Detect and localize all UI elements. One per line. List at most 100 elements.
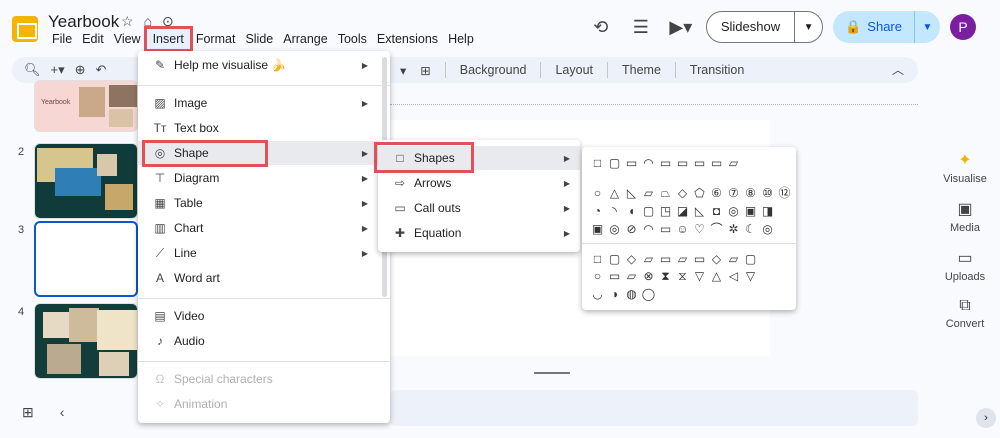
toolbar-layout[interactable]: Layout	[555, 63, 593, 77]
shape-option-icon[interactable]: ◨	[760, 203, 775, 218]
shape-option-icon[interactable]: ◠	[641, 155, 656, 170]
shape-option-icon[interactable]: ▢	[607, 155, 622, 170]
shape-option-icon[interactable]: ▭	[658, 155, 673, 170]
shape-option-icon[interactable]: ▭	[658, 251, 673, 266]
shape-option-icon[interactable]: ◇	[675, 185, 690, 200]
document-title[interactable]: Yearbook	[48, 12, 119, 32]
menu-item-line[interactable]: ⟋ Line ▶	[138, 241, 390, 265]
shape-option-icon[interactable]: ⑦	[726, 185, 741, 200]
shape-option-icon[interactable]: ▣	[590, 221, 605, 236]
shape-option-icon[interactable]: ▽	[692, 268, 707, 283]
shape-option-icon[interactable]: ▱	[641, 185, 656, 200]
shape-option-icon[interactable]: ⑥	[709, 185, 724, 200]
shape-option-icon[interactable]: ▣	[743, 203, 758, 218]
menu-item-audio[interactable]: ♪ Audio	[138, 329, 390, 353]
shape-option-icon[interactable]: ⑧	[743, 185, 758, 200]
shape-option-icon[interactable]: ◎	[607, 221, 622, 236]
shape-option-icon[interactable]: ▢	[743, 251, 758, 266]
chevron-down-icon[interactable]: ▼	[794, 12, 822, 42]
notes-resize-handle[interactable]	[534, 372, 570, 374]
side-panel-collapse-icon[interactable]: ›	[976, 408, 996, 428]
submenu-item-call-outs[interactable]: ▭ Call outs ▶	[378, 196, 580, 220]
shape-option-icon[interactable]: ◑	[607, 286, 622, 301]
menu-arrange[interactable]: Arrange	[279, 31, 331, 49]
slides-logo-icon[interactable]	[12, 16, 38, 42]
side-media[interactable]: ▣ Media	[930, 199, 1000, 234]
toolbar-transition[interactable]: Transition	[690, 63, 744, 77]
shape-option-icon[interactable]: ◠	[641, 221, 656, 236]
shape-option-icon[interactable]: ◇	[709, 251, 724, 266]
side-convert[interactable]: ⧉ Convert	[930, 297, 1000, 330]
chevron-down-icon[interactable]: ▼	[914, 11, 940, 43]
shape-option-icon[interactable]: ⑫	[777, 185, 792, 200]
avatar[interactable]: P	[950, 14, 976, 40]
shape-option-icon[interactable]: ◡	[590, 286, 605, 301]
toolbar-theme[interactable]: Theme	[622, 63, 661, 77]
shape-option-icon[interactable]: ◁	[726, 268, 741, 283]
shape-option-icon[interactable]: ▱	[641, 251, 656, 266]
menu-item-text-box[interactable]: Tт Text box	[138, 116, 390, 140]
menu-item-image[interactable]: ▨ Image ▶	[138, 91, 390, 115]
menu-slide[interactable]: Slide	[241, 31, 277, 49]
menu-file[interactable]: File	[48, 31, 76, 49]
slideshow-label[interactable]: Slideshow	[707, 12, 794, 42]
shape-option-icon[interactable]: □	[590, 155, 605, 170]
menu-edit[interactable]: Edit	[78, 31, 108, 49]
shape-option-icon[interactable]: ○	[590, 185, 605, 200]
shape-option-icon[interactable]: ◺	[692, 203, 707, 218]
submenu-item-equation[interactable]: ✚ Equation ▶	[378, 221, 580, 245]
collapse-panel-icon[interactable]: ‹	[60, 404, 65, 421]
shape-option-icon[interactable]: ○	[590, 268, 605, 283]
menu-item-animation[interactable]: ✧ Animation	[138, 392, 390, 416]
shape-option-icon[interactable]: ◇	[624, 251, 639, 266]
cloud-status-icon[interactable]: ⊙	[162, 13, 174, 30]
shape-option-icon[interactable]: ⑩	[760, 185, 775, 200]
slideshow-button[interactable]: Slideshow ▼	[705, 11, 824, 43]
shape-option-icon[interactable]: ◝	[607, 203, 622, 218]
new-slide-icon[interactable]: +▾	[51, 62, 65, 78]
shape-option-icon[interactable]: ◍	[624, 286, 639, 301]
shape-option-icon[interactable]: ✲	[726, 221, 741, 236]
shape-option-icon[interactable]: ◯	[641, 286, 656, 301]
shape-option-icon[interactable]: ▱	[675, 251, 690, 266]
menu-tools[interactable]: Tools	[334, 31, 371, 49]
shape-option-icon[interactable]: ☾	[743, 221, 758, 236]
menu-view[interactable]: View	[110, 31, 145, 49]
shape-option-icon[interactable]: ◎	[726, 203, 741, 218]
undo-icon[interactable]: ↶	[96, 62, 107, 78]
side-visualise[interactable]: ✦ Visualise	[930, 150, 1000, 185]
collapse-chevron-icon[interactable]: ︿	[892, 61, 904, 78]
shape-option-icon[interactable]: ◳	[658, 203, 673, 218]
shape-option-icon[interactable]: ▭	[607, 268, 622, 283]
menu-insert[interactable]: Insert	[143, 26, 193, 52]
toolbar-background[interactable]: Background	[460, 63, 527, 77]
shape-option-icon[interactable]: ▱	[624, 268, 639, 283]
slide-thumbnail-3-selected[interactable]	[34, 221, 138, 297]
shape-option-icon[interactable]: ⌒	[709, 221, 724, 236]
meet-icon[interactable]: ▶▾	[666, 12, 696, 42]
menu-item-chart[interactable]: ▥ Chart ▶	[138, 216, 390, 240]
shape-option-icon[interactable]: ◺	[624, 185, 639, 200]
slide-thumbnail-2[interactable]	[34, 143, 138, 219]
search-icon[interactable]: 🔍︎	[24, 62, 41, 78]
slide-thumbnail-1[interactable]: Yearbook	[34, 80, 138, 132]
move-folder-icon[interactable]: ⌂	[144, 13, 152, 30]
menu-item-word-art[interactable]: A Word art	[138, 266, 390, 290]
shape-option-icon[interactable]: ▭	[658, 221, 673, 236]
chevron-down-icon[interactable]: ▾	[400, 63, 406, 78]
submenu-item-arrows[interactable]: ⇨ Arrows ▶	[378, 171, 580, 195]
shape-option-icon[interactable]: △	[607, 185, 622, 200]
slide-thumbnail-4[interactable]	[34, 303, 138, 379]
menu-item-video[interactable]: ▤ Video	[138, 304, 390, 328]
menu-item-table[interactable]: ▦ Table ▶	[138, 191, 390, 215]
shape-option-icon[interactable]: ▭	[675, 155, 690, 170]
shape-option-icon[interactable]: ⏢	[658, 185, 673, 200]
side-uploads[interactable]: ▭ Uploads	[930, 248, 1000, 283]
shape-option-icon[interactable]: ♡	[692, 221, 707, 236]
insert-comment-icon[interactable]: ⊞	[420, 63, 430, 78]
shape-option-icon[interactable]: ▭	[692, 155, 707, 170]
shape-option-icon[interactable]: ⧖	[675, 268, 690, 283]
shape-option-icon[interactable]: ▭	[709, 155, 724, 170]
shape-option-icon[interactable]: ▽	[743, 268, 758, 283]
menu-item-special-characters[interactable]: Ω Special characters	[138, 367, 390, 391]
